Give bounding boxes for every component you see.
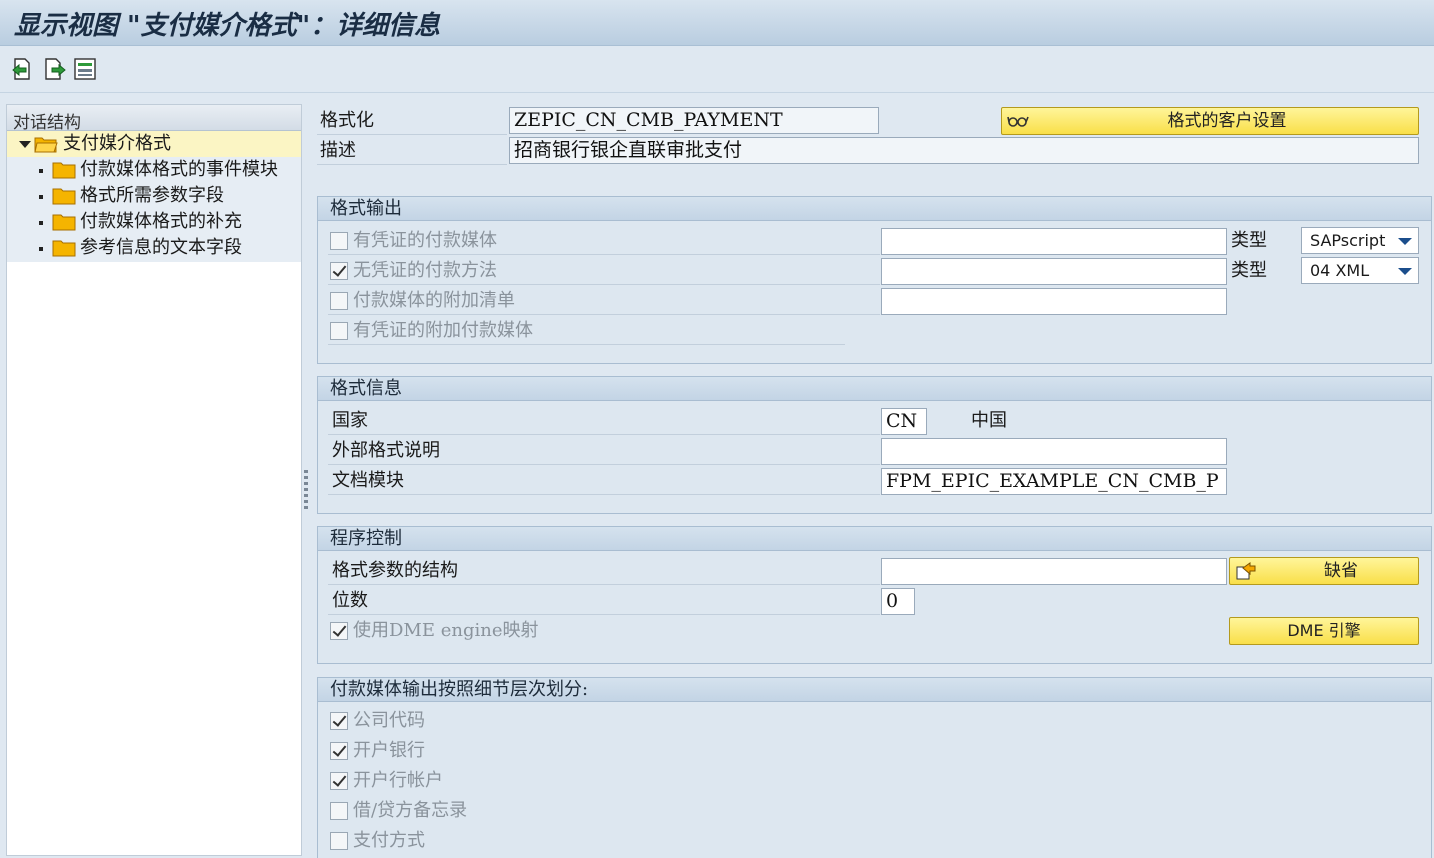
country-field[interactable]: CN: [881, 408, 927, 435]
additional-list-field[interactable]: [881, 288, 1227, 315]
label-underline: [328, 464, 880, 465]
detail-split-group: 付款媒体输出按照细节层次划分:: [317, 677, 1432, 858]
house-bank-checkbox[interactable]: [330, 742, 348, 760]
external-format-label: 外部格式说明: [332, 440, 440, 461]
tree-node-label: 付款媒体格式的补充: [80, 211, 242, 232]
type-label: 类型: [1231, 260, 1267, 281]
next-entry-icon[interactable]: [43, 57, 67, 81]
expand-triangle-icon[interactable]: [19, 141, 31, 148]
label-underline: [328, 284, 880, 285]
additional-list-label: 付款媒体的附加清单: [353, 290, 515, 311]
tree-node-label: 付款媒体格式的事件模块: [80, 159, 278, 180]
bank-account-checkbox[interactable]: [330, 772, 348, 790]
additional-payment-media-checkbox[interactable]: [330, 322, 348, 340]
folder-icon: [52, 162, 76, 179]
description-field[interactable]: 招商银行银企直联审批支付: [509, 137, 1419, 164]
with-document-checkbox[interactable]: [330, 232, 348, 250]
dropdown-arrow-icon: [1398, 238, 1412, 245]
bullet-icon: [39, 195, 43, 199]
document-module-field[interactable]: FPM_EPIC_EXAMPLE_CN_CMB_P: [881, 468, 1227, 495]
dme-engine-mapping-checkbox[interactable]: [330, 622, 348, 640]
tree-node-label: 参考信息的文本字段: [80, 237, 242, 258]
label-underline: [328, 434, 880, 435]
tree-node-label: 格式所需参数字段: [80, 185, 224, 206]
bullet-icon: [39, 221, 43, 225]
bullet-icon: [39, 169, 43, 173]
previous-entry-icon[interactable]: [10, 57, 34, 81]
country-name: 中国: [971, 410, 1007, 431]
label-underline: [317, 134, 507, 135]
label-underline: [328, 314, 880, 315]
dialog-structure-tree: 支付媒介格式 付款媒体格式的事件模块 格式所需参数字段 付款媒体格式的补充 参考…: [7, 131, 301, 262]
dme-engine-button[interactable]: DME 引擎: [1229, 617, 1419, 645]
tree-node-supplements[interactable]: 付款媒体格式的补充: [7, 209, 301, 235]
select-block-icon[interactable]: [73, 57, 97, 81]
type-dropdown-sapscript[interactable]: SAPscript: [1301, 227, 1419, 254]
country-label: 国家: [332, 410, 368, 431]
additional-payment-media-label: 有凭证的附加付款媒体: [353, 320, 533, 341]
label-underline: [328, 614, 880, 615]
type-dropdown-value: SAPscript: [1310, 231, 1386, 250]
debit-credit-memo-label: 借/贷方备忘录: [353, 800, 468, 821]
type-dropdown-xml[interactable]: 04 XML: [1301, 257, 1419, 284]
without-document-label: 无凭证的付款方法: [353, 260, 497, 281]
description-label: 描述: [320, 140, 356, 161]
label-underline: [328, 584, 880, 585]
without-document-form-field[interactable]: [881, 258, 1227, 285]
default-button-label: 缺省: [1324, 561, 1358, 581]
settings-glasses-icon: [1007, 116, 1029, 127]
open-folder-icon: [34, 137, 58, 153]
label-underline: [317, 164, 507, 165]
payment-method-checkbox[interactable]: [330, 832, 348, 850]
format-output-title: 格式输出: [318, 197, 1431, 221]
without-document-checkbox[interactable]: [330, 262, 348, 280]
program-control-title: 程序控制: [318, 527, 1431, 551]
digits-label: 位数: [332, 590, 368, 611]
house-bank-label: 开户银行: [353, 740, 425, 761]
detail-split-title: 付款媒体输出按照细节层次划分:: [318, 678, 1431, 702]
parameter-structure-field[interactable]: [881, 558, 1227, 585]
type-dropdown-value: 04 XML: [1310, 261, 1370, 280]
dropdown-arrow-icon: [1398, 268, 1412, 275]
panel-splitter[interactable]: [304, 470, 308, 512]
folder-icon: [52, 188, 76, 205]
default-button[interactable]: 缺省: [1229, 557, 1419, 585]
bullet-icon: [39, 247, 43, 251]
customer-settings-button[interactable]: 格式的客户设置: [1001, 107, 1419, 135]
application-toolbar: [0, 47, 1434, 93]
type-label: 类型: [1231, 230, 1267, 251]
folder-icon: [52, 214, 76, 231]
format-label: 格式化: [320, 110, 374, 131]
dialog-structure-header: 对话结构: [7, 105, 301, 133]
folder-icon: [52, 240, 76, 257]
dialog-structure-panel: 对话结构 支付媒介格式 付款媒体格式的事件模块 格式所需参数字段 付款媒体格式的…: [6, 104, 302, 856]
label-underline: [328, 344, 845, 345]
tree-node-reference-text-fields[interactable]: 参考信息的文本字段: [7, 235, 301, 261]
parameter-structure-label: 格式参数的结构: [332, 560, 458, 581]
company-code-checkbox[interactable]: [330, 712, 348, 730]
label-underline: [328, 494, 880, 495]
bank-account-label: 开户行帐户: [353, 770, 443, 791]
with-document-form-field[interactable]: [881, 228, 1227, 255]
document-module-label: 文档模块: [332, 470, 404, 491]
create-default-icon: [1236, 562, 1256, 580]
title-bar: 显示视图 "支付媒介格式"：详细信息: [0, 0, 1434, 46]
format-info-title: 格式信息: [318, 377, 1431, 401]
payment-method-label: 支付方式: [353, 830, 425, 851]
digits-field[interactable]: 0: [881, 588, 915, 615]
debit-credit-memo-checkbox[interactable]: [330, 802, 348, 820]
page-title: 显示视图 "支付媒介格式"：详细信息: [14, 11, 441, 41]
with-document-label: 有凭证的付款媒体: [353, 230, 497, 251]
customer-settings-label: 格式的客户设置: [1167, 111, 1287, 131]
tree-node-event-modules[interactable]: 付款媒体格式的事件模块: [7, 157, 301, 183]
additional-list-checkbox[interactable]: [330, 292, 348, 310]
tree-node-parameter-fields[interactable]: 格式所需参数字段: [7, 183, 301, 209]
dme-engine-mapping-label: 使用DME engine映射: [353, 620, 539, 641]
tree-node-root[interactable]: 支付媒介格式: [7, 131, 301, 157]
company-code-label: 公司代码: [353, 710, 425, 731]
tree-node-label: 支付媒介格式: [63, 133, 171, 154]
format-field[interactable]: ZEPIC_CN_CMB_PAYMENT: [509, 107, 879, 134]
external-format-field[interactable]: [881, 438, 1227, 465]
label-underline: [328, 254, 880, 255]
